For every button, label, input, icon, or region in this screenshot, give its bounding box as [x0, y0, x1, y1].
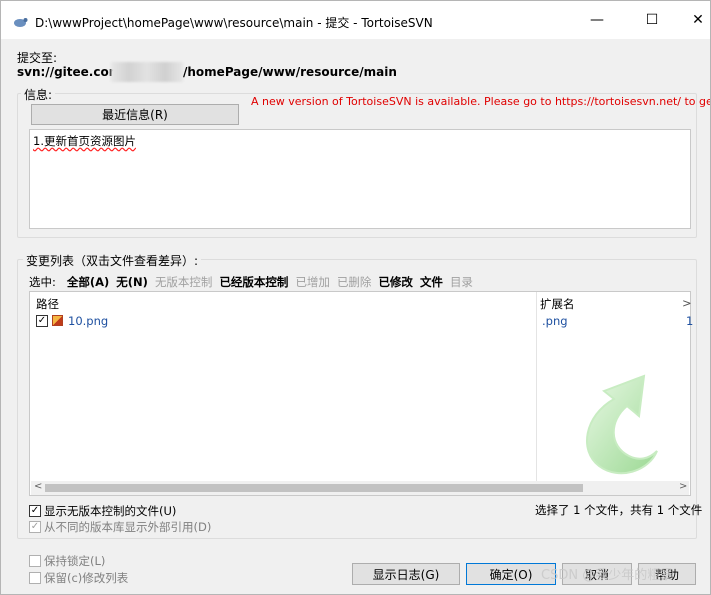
filter-row: 选中: 全部(A) 无(N) 无版本控制 已经版本控制 已增加 已删除 已修改 … — [29, 274, 473, 290]
show-externals-option: ✓ 从不同的版本库显示外部引用(D) — [29, 519, 211, 535]
column-header-more[interactable]: > — [682, 296, 692, 310]
file-name[interactable]: 10.png — [68, 314, 108, 328]
changes-group-label: 变更列表（双击文件查看差异）: — [23, 252, 202, 269]
filter-versioned[interactable]: 已经版本控制 — [219, 274, 288, 290]
keep-locks-label: 保持锁定(L) — [44, 554, 106, 568]
filter-files[interactable]: 文件 — [420, 274, 443, 290]
show-externals-label: 从不同的版本库显示外部引用(D) — [44, 520, 212, 534]
title-bar: D:\wwwProject\homePage\www\resource\main… — [1, 1, 710, 39]
show-externals-checkbox: ✓ — [29, 521, 41, 533]
commit-url-prefix: svn://gitee.com/ — [17, 65, 126, 79]
commit-message-text: 1.更新首页资源图片 — [33, 134, 136, 148]
filter-added: 已增加 — [295, 275, 330, 289]
scroll-left-icon[interactable]: < — [34, 481, 42, 492]
keep-changelists-label: 保留(c)修改列表 — [44, 571, 129, 585]
filter-directories: 目录 — [449, 275, 473, 289]
window-title: D:\wwwProject\homePage\www\resource\main… — [35, 16, 433, 30]
file-extra-column: 1 — [686, 314, 694, 328]
select-label: 选中: — [29, 275, 56, 289]
message-group-label: 信息: — [21, 86, 56, 103]
close-button[interactable]: ✕ — [675, 1, 710, 39]
show-unversioned-option[interactable]: ✓ 显示无版本控制的文件(U) — [29, 503, 176, 519]
commit-message-input[interactable]: 1.更新首页资源图片 — [29, 129, 691, 229]
maximize-button[interactable]: ☐ — [629, 1, 675, 39]
column-header-extension[interactable]: 扩展名 — [540, 296, 575, 312]
commit-arrow-icon — [586, 374, 658, 475]
commit-url-suffix: /homePage/www/resource/main — [183, 65, 397, 79]
update-notice[interactable]: A new version of TortoiseSVN is availabl… — [251, 95, 710, 108]
table-row[interactable]: ✓ 10.png .png 1 — [34, 314, 693, 330]
selection-status: 选择了 1 个文件，共有 1 个文件 — [535, 503, 703, 517]
scrollbar-thumb[interactable] — [45, 484, 583, 492]
recent-messages-button[interactable]: 最近信息(R) — [31, 104, 239, 125]
keep-locks-option: 保持锁定(L) — [29, 553, 105, 569]
redacted-username — [111, 62, 183, 82]
commit-dialog: D:\wwwProject\homePage\www\resource\main… — [0, 0, 711, 595]
column-header-path[interactable]: 路径 — [36, 296, 59, 312]
keep-changelists-checkbox — [29, 572, 41, 584]
filter-all[interactable]: 全部(A) — [67, 274, 109, 290]
scroll-right-icon[interactable]: > — [679, 481, 687, 492]
image-file-icon — [52, 315, 63, 326]
filter-deleted: 已删除 — [336, 275, 372, 289]
watermark: CSDN @我少年的粗暴 — [541, 568, 674, 583]
keep-locks-checkbox — [29, 555, 41, 567]
filter-none[interactable]: 无(N) — [116, 274, 148, 290]
minimize-button[interactable]: — — [574, 1, 620, 39]
file-checkbox[interactable]: ✓ — [36, 315, 48, 327]
commit-to-label: 提交至: — [17, 51, 58, 65]
keep-changelists-option: 保留(c)修改列表 — [29, 570, 128, 586]
filter-modified[interactable]: 已修改 — [378, 274, 413, 290]
horizontal-scrollbar[interactable]: < > — [31, 481, 689, 495]
show-unversioned-checkbox[interactable]: ✓ — [29, 505, 41, 517]
file-extension: .png — [542, 314, 568, 328]
filter-unversioned: 无版本控制 — [154, 275, 213, 289]
show-unversioned-label[interactable]: 显示无版本控制的文件(U) — [44, 503, 176, 519]
show-log-button[interactable]: 显示日志(G) — [352, 563, 460, 585]
tortoisesvn-app-icon — [14, 18, 28, 27]
